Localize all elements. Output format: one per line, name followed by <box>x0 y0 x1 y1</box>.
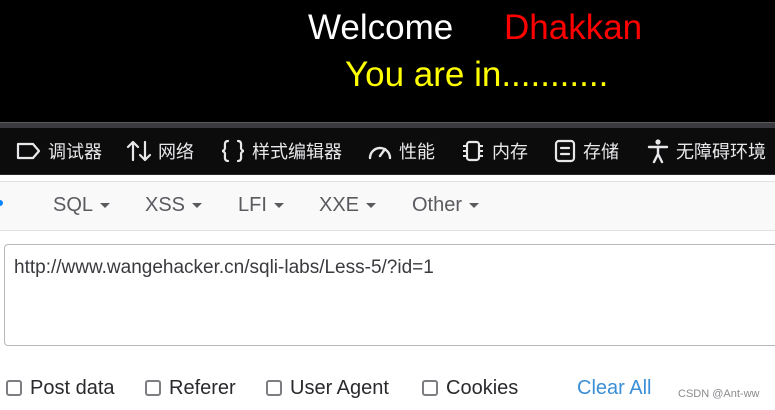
menu-label: Other <box>412 193 463 216</box>
tab-label: 存储 <box>583 142 619 162</box>
option-label: Referer <box>169 376 236 399</box>
option-label: User Agent <box>290 376 389 399</box>
chevron-down-icon <box>366 202 377 208</box>
debugger-icon <box>16 141 48 161</box>
tab-label: 性能 <box>399 142 435 162</box>
tab-storage[interactable]: 存储 <box>553 128 619 174</box>
menu-label: LFI <box>238 193 267 216</box>
tab-debugger[interactable]: 调试器 <box>16 128 102 174</box>
tab-memory[interactable]: 内存 <box>460 128 528 174</box>
login-status-message: You are in........... <box>345 55 609 94</box>
welcome-text: Welcome <box>308 8 454 47</box>
tab-accessibility[interactable]: 无障碍环境 <box>646 128 766 174</box>
tab-label: 样式编辑器 <box>252 142 342 162</box>
option-label: Post data <box>30 376 115 399</box>
menu-sql[interactable]: SQL <box>53 182 111 228</box>
menu-other[interactable]: Other <box>412 182 480 228</box>
accessibility-icon <box>646 138 676 164</box>
tab-performance[interactable]: 性能 <box>367 128 435 174</box>
tab-label: 内存 <box>492 142 528 162</box>
option-cookies[interactable]: Cookies <box>422 374 518 402</box>
menu-overflow-marker <box>0 200 3 206</box>
menu-label: XSS <box>145 193 186 216</box>
tab-label: 网络 <box>158 142 194 162</box>
tab-style-editor[interactable]: 样式编辑器 <box>220 128 342 174</box>
chevron-down-icon <box>273 202 284 208</box>
memory-chip-icon <box>460 139 492 163</box>
network-arrows-icon <box>126 139 158 163</box>
storage-icon <box>553 139 583 163</box>
option-label: Cookies <box>446 376 519 399</box>
browser-window: Welcome Dhakkan You are in........... 调试… <box>0 0 775 410</box>
option-user-agent[interactable]: User Agent <box>266 374 389 402</box>
menu-label: XXE <box>319 193 360 216</box>
cookies-checkbox[interactable] <box>422 380 438 396</box>
clear-all-link[interactable]: Clear All <box>577 374 651 402</box>
gauge-icon <box>367 140 399 162</box>
menu-lfi[interactable]: LFI <box>238 182 284 228</box>
tab-network[interactable]: 网络 <box>126 128 194 174</box>
menu-xss[interactable]: XSS <box>145 182 203 228</box>
chevron-down-icon <box>100 202 111 208</box>
username-text: Dhakkan <box>504 8 643 47</box>
tab-label: 无障碍环境 <box>676 142 766 162</box>
url-textarea[interactable]: http://www.wangehacker.cn/sqli-labs/Less… <box>4 244 775 346</box>
referer-checkbox[interactable] <box>145 380 161 396</box>
chevron-down-icon <box>192 202 203 208</box>
option-referer[interactable]: Referer <box>145 374 236 402</box>
hackbar-menu: SQL XSS LFI XXE Other <box>0 181 775 231</box>
option-post-data[interactable]: Post data <box>6 374 115 402</box>
curly-braces-icon <box>220 139 252 163</box>
user-agent-checkbox[interactable] <box>266 380 282 396</box>
menu-xxe[interactable]: XXE <box>319 182 377 228</box>
devtools-toolbar: 调试器 网络 样式编辑器 性能 内存 存储 无障碍环境 <box>0 128 775 175</box>
menu-label: SQL <box>53 193 94 216</box>
web-page-content: Welcome Dhakkan You are in........... <box>0 0 775 122</box>
watermark: CSDN @Ant-ww <box>678 388 760 400</box>
chevron-down-icon <box>469 202 480 208</box>
post-data-checkbox[interactable] <box>6 380 22 396</box>
tab-label: 调试器 <box>48 142 102 162</box>
